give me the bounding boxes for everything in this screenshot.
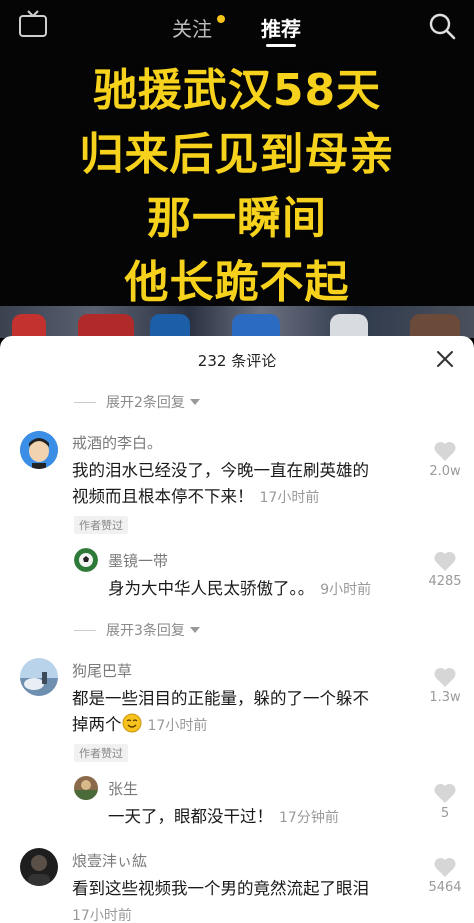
reply-text-content: 一天了，眼都没干过！ xyxy=(108,807,273,826)
like-button[interactable]: 4285 xyxy=(420,550,470,589)
expand-replies-label: 展开3条回复 xyxy=(106,623,185,639)
video-caption-line: 归来后见到母亲 xyxy=(79,129,395,180)
video-player[interactable]: 关注 推荐 驰援武汉58天 归来后见到母亲 那一瞬间 他长跪不起 xyxy=(0,0,474,338)
avatar[interactable] xyxy=(20,848,58,886)
comment-text-line: 掉两个 xyxy=(72,715,122,734)
comment-username[interactable]: 烺壹沣ぃ紘 xyxy=(72,850,147,871)
chevron-down-icon xyxy=(189,399,200,405)
expand-replies-button[interactable]: 展开3条回复 xyxy=(74,620,200,640)
comments-count-title: 232 条评论 xyxy=(197,352,277,370)
new-content-dot xyxy=(217,15,225,23)
active-tab-indicator xyxy=(266,44,296,47)
avatar-cartoon-icon xyxy=(20,431,58,469)
live-tv-icon[interactable] xyxy=(18,10,48,40)
heart-icon xyxy=(434,667,456,687)
avatar-football-icon xyxy=(74,548,98,572)
search-icon[interactable] xyxy=(428,12,456,40)
comment-time: 17小时前 xyxy=(72,908,132,923)
divider xyxy=(74,629,96,631)
expand-replies-button[interactable]: 展开2条回复 xyxy=(74,392,200,412)
reply-text-content: 身为大中华人民太骄傲了。。 xyxy=(108,579,315,598)
heart-icon xyxy=(434,857,456,877)
smiling-face-emoji-icon xyxy=(122,713,141,733)
avatar[interactable] xyxy=(20,658,58,696)
avatar[interactable] xyxy=(20,431,58,469)
like-button[interactable]: 2.0w xyxy=(420,440,470,479)
comment-text: 我的泪水已经没了，今晚一直在刷英雄的 视频而且根本停不下来！ 17小时前 xyxy=(72,458,418,511)
tab-recommend[interactable]: 推荐 xyxy=(261,13,301,42)
like-count: 2.0w xyxy=(429,464,461,479)
heart-icon xyxy=(434,441,456,461)
comment-text: 看到这些视频我一个男的竟然流起了眼泪 17小时前 xyxy=(72,876,418,923)
like-button[interactable]: 1.3w xyxy=(420,666,470,705)
comment-time: 17小时前 xyxy=(259,490,320,506)
author-liked-badge: 作者赞过 xyxy=(74,744,128,762)
tab-recommend-label: 推荐 xyxy=(261,17,301,41)
comment-text-line: 我的泪水已经没了，今晚一直在刷英雄的 xyxy=(72,461,369,480)
divider xyxy=(74,401,96,403)
reply-text: 身为大中华人民太骄傲了。。 9小时前 xyxy=(108,576,418,603)
like-count: 4285 xyxy=(428,574,462,589)
reply-time: 9小时前 xyxy=(320,582,372,598)
avatar[interactable] xyxy=(74,548,98,572)
close-icon[interactable] xyxy=(434,348,456,370)
top-nav: 关注 推荐 xyxy=(0,0,474,56)
like-count: 5464 xyxy=(428,880,462,895)
avatar[interactable] xyxy=(74,776,98,800)
tab-follow-label: 关注 xyxy=(172,17,212,41)
video-caption-line: 那一瞬间 xyxy=(147,193,327,244)
heart-icon xyxy=(434,551,456,571)
video-scene-image xyxy=(0,306,474,338)
video-caption-line: 驰援武汉58天 xyxy=(92,65,382,116)
comment-text: 都是一些泪目的正能量，躲的了一个躲不 掉两个 17小时前 xyxy=(72,686,418,739)
comment-username[interactable]: 戒酒的李白。 xyxy=(72,432,162,453)
reply-time: 17分钟前 xyxy=(279,810,339,826)
comment-text-line: 视频而且根本停不下来！ xyxy=(72,487,254,506)
avatar-photo-icon xyxy=(74,776,98,800)
comment-time: 17小时前 xyxy=(147,718,208,734)
like-count: 5 xyxy=(440,806,450,821)
comment-text-line: 都是一些泪目的正能量，躲的了一个躲不 xyxy=(72,689,369,708)
video-caption-line: 他长跪不起 xyxy=(124,257,350,308)
heart-icon xyxy=(434,783,456,803)
chevron-down-icon xyxy=(189,627,200,633)
reply-text: 一天了，眼都没干过！ 17分钟前 xyxy=(108,804,418,831)
comments-panel: 232 条评论 展开2条回复 戒酒的李白。 我的泪水已经没了，今晚一直在刷英雄的… xyxy=(0,336,474,923)
reply-username[interactable]: 墨镜一带 xyxy=(108,550,168,571)
reply-username[interactable]: 张生 xyxy=(108,778,138,799)
author-liked-badge: 作者赞过 xyxy=(74,516,128,534)
avatar-landscape-icon xyxy=(20,658,58,696)
like-button[interactable]: 5 xyxy=(420,782,470,821)
like-button[interactable]: 5464 xyxy=(420,856,470,895)
tab-follow[interactable]: 关注 xyxy=(172,13,225,42)
like-count: 1.3w xyxy=(429,690,461,705)
avatar-dark-photo-icon xyxy=(20,848,58,886)
comment-username[interactable]: 狗尾巴草 xyxy=(72,660,132,681)
comment-text-line: 看到这些视频我一个男的竟然流起了眼泪 xyxy=(72,879,369,898)
expand-replies-label: 展开2条回复 xyxy=(106,395,185,411)
